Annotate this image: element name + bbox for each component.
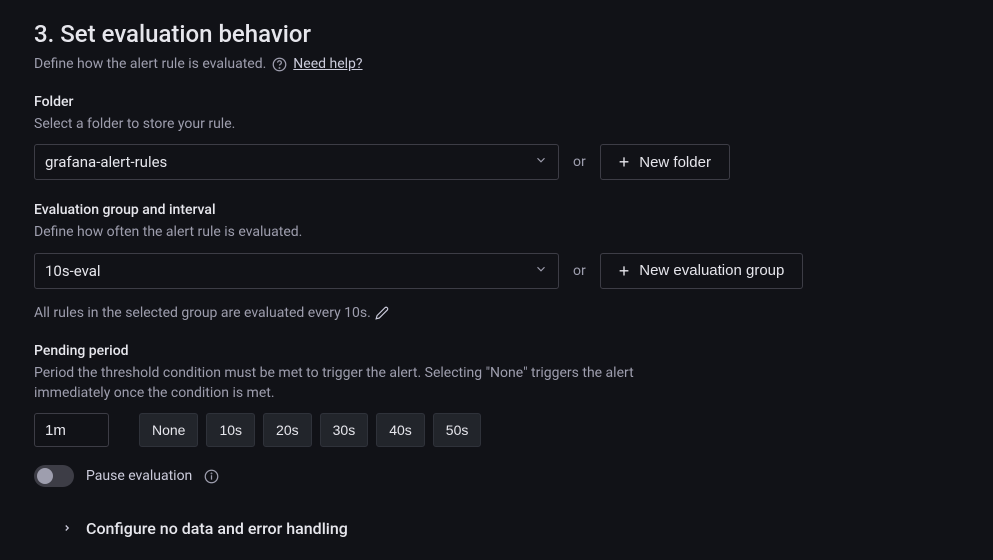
folder-select-value: grafana-alert-rules — [45, 153, 167, 171]
pending-input[interactable] — [34, 413, 109, 447]
new-folder-button-label: New folder — [639, 154, 711, 171]
group-or-text: or — [573, 263, 586, 279]
subheading-text: Define how the alert rule is evaluated. — [34, 56, 266, 72]
new-evaluation-group-button-label: New evaluation group — [639, 262, 784, 279]
chevron-down-icon — [534, 153, 548, 171]
evaluation-hint: All rules in the selected group are eval… — [34, 305, 959, 321]
pause-evaluation-label: Pause evaluation — [86, 468, 192, 484]
plus-icon: + — [619, 153, 630, 171]
configure-no-data-toggle[interactable]: Configure no data and error handling — [34, 519, 959, 538]
folder-label: Folder — [34, 94, 959, 110]
pause-evaluation-toggle[interactable] — [34, 465, 74, 487]
pending-option-30s[interactable]: 30s — [320, 413, 369, 447]
group-label: Evaluation group and interval — [34, 202, 959, 218]
group-select-value: 10s-eval — [45, 262, 101, 280]
evaluation-hint-text: All rules in the selected group are eval… — [34, 305, 371, 321]
pending-option-20s[interactable]: 20s — [263, 413, 312, 447]
pending-option-none[interactable]: None — [139, 413, 198, 447]
folder-select[interactable]: grafana-alert-rules — [34, 144, 559, 180]
pending-help: Period the threshold condition must be m… — [34, 363, 674, 404]
plus-icon: + — [619, 262, 630, 280]
pause-row: Pause evaluation — [34, 465, 959, 487]
group-select[interactable]: 10s-eval — [34, 253, 559, 289]
pencil-icon[interactable] — [375, 306, 389, 320]
pending-option-10s[interactable]: 10s — [206, 413, 255, 447]
info-icon — [272, 57, 287, 72]
section-heading: 3. Set evaluation behavior — [34, 20, 959, 48]
section-subheading: Define how the alert rule is evaluated. … — [34, 56, 959, 72]
pending-label: Pending period — [34, 343, 959, 359]
chevron-down-icon — [534, 262, 548, 280]
toggle-knob — [37, 468, 53, 484]
folder-help: Select a folder to store your rule. — [34, 114, 959, 134]
configure-no-data-label: Configure no data and error handling — [86, 519, 348, 538]
new-evaluation-group-button[interactable]: + New evaluation group — [600, 253, 804, 289]
pending-option-40s[interactable]: 40s — [376, 413, 425, 447]
info-icon[interactable] — [204, 469, 219, 484]
chevron-right-icon — [62, 521, 72, 537]
group-help: Define how often the alert rule is evalu… — [34, 222, 959, 242]
pending-option-50s[interactable]: 50s — [433, 413, 482, 447]
new-folder-button[interactable]: + New folder — [600, 144, 730, 180]
pending-row: None 10s 20s 30s 40s 50s — [34, 413, 959, 447]
need-help-link[interactable]: Need help? — [293, 56, 362, 72]
folder-or-text: or — [573, 154, 586, 170]
